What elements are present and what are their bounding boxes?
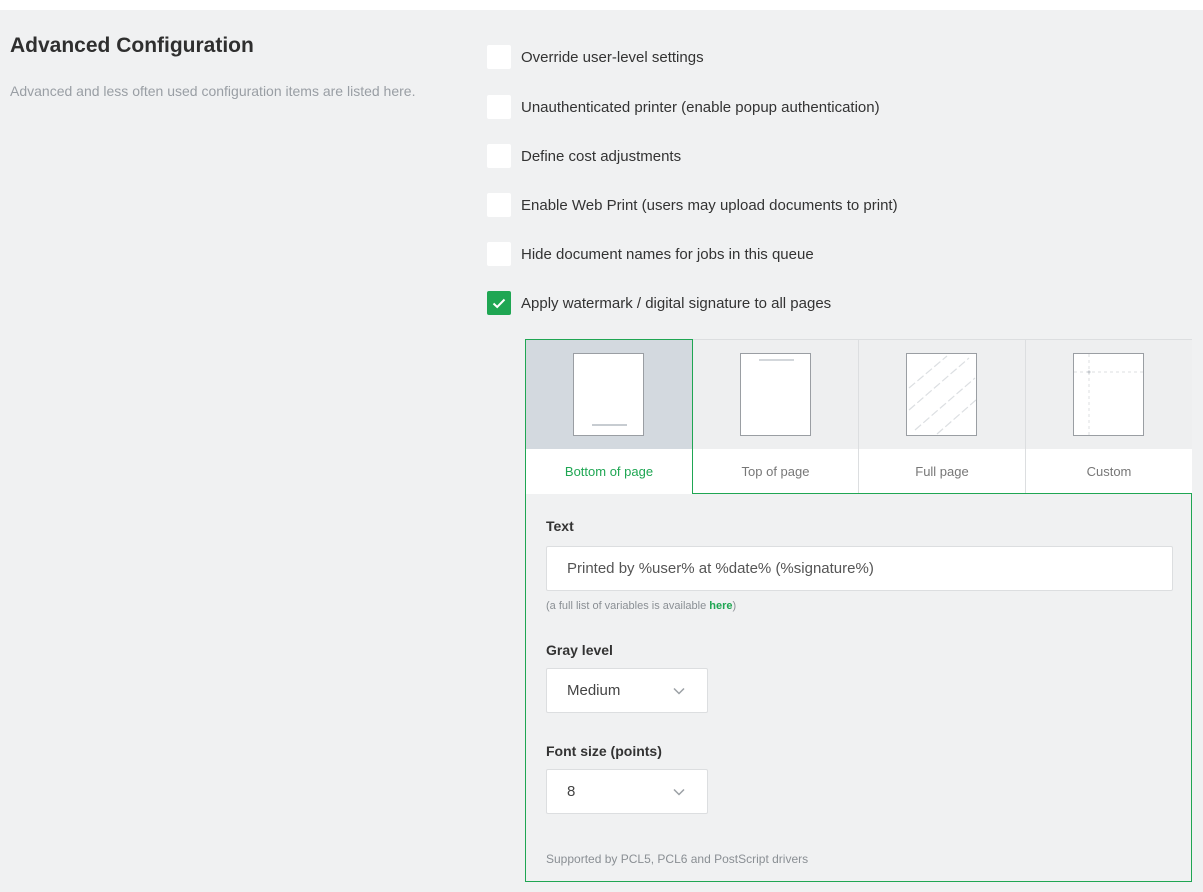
font-size-value: 8 xyxy=(567,783,576,800)
option-unauthenticated-printer[interactable]: Unauthenticated printer (enable popup au… xyxy=(487,95,880,119)
checkbox-checked[interactable] xyxy=(487,291,511,315)
option-label: Define cost adjustments xyxy=(521,147,682,165)
font-size-select[interactable]: 8 xyxy=(546,769,708,814)
watermark-position-tabs: Bottom of page Top of page Full page Cus… xyxy=(525,339,1192,494)
page-bottom-preview-icon xyxy=(573,353,644,436)
tab-label: Full page xyxy=(915,464,969,479)
text-field-label: Text xyxy=(546,518,574,534)
font-size-label: Font size (points) xyxy=(546,743,662,759)
tab-label: Bottom of page xyxy=(564,464,654,479)
chevron-down-icon xyxy=(673,687,685,695)
option-override-user-settings[interactable]: Override user-level settings xyxy=(487,45,704,69)
section-description: Advanced and less often used configurati… xyxy=(10,83,416,99)
tab-label: Top of page xyxy=(741,464,810,479)
gray-level-select[interactable]: Medium xyxy=(546,668,708,713)
checkbox[interactable] xyxy=(487,242,511,266)
option-label: Hide document names for jobs in this que… xyxy=(521,245,814,263)
checkbox[interactable] xyxy=(487,45,511,69)
option-hide-document-names[interactable]: Hide document names for jobs in this que… xyxy=(487,242,814,266)
option-label: Unauthenticated printer (enable popup au… xyxy=(521,98,880,116)
hint-suffix: ) xyxy=(732,600,737,612)
option-label: Override user-level settings xyxy=(521,48,704,66)
checkmark-icon xyxy=(492,298,506,308)
page-full-preview-icon xyxy=(906,353,977,436)
tab-label: Custom xyxy=(1086,464,1132,479)
tab-thumbnail-area xyxy=(859,340,1025,449)
tab-top-of-page[interactable]: Top of page xyxy=(693,339,859,494)
option-apply-watermark[interactable]: Apply watermark / digital signature to a… xyxy=(487,291,831,315)
watermark-options-body: Text (a full list of variables is availa… xyxy=(525,493,1192,882)
tab-divider-line xyxy=(692,493,1192,494)
chevron-down-icon xyxy=(673,788,685,796)
tab-thumbnail-area xyxy=(526,340,692,449)
page-top-preview-icon xyxy=(740,353,811,436)
watermark-settings-card: Bottom of page Top of page Full page Cus… xyxy=(525,339,1192,882)
hint-text: (a full list of variables is available xyxy=(546,600,710,612)
tab-thumbnail-area xyxy=(1026,340,1192,449)
section-title: Advanced Configuration xyxy=(10,34,254,57)
page-custom-preview-icon xyxy=(1073,353,1144,436)
checkbox[interactable] xyxy=(487,95,511,119)
option-web-print[interactable]: Enable Web Print (users may upload docum… xyxy=(487,193,898,217)
tab-thumbnail-area xyxy=(693,340,858,449)
option-label: Apply watermark / digital signature to a… xyxy=(521,294,832,312)
watermark-text-input[interactable] xyxy=(546,546,1173,591)
variables-hint: (a full list of variables is available h… xyxy=(546,600,736,612)
option-cost-adjustments[interactable]: Define cost adjustments xyxy=(487,144,681,168)
option-label: Enable Web Print (users may upload docum… xyxy=(521,196,898,214)
tab-bottom-of-page[interactable]: Bottom of page xyxy=(525,339,693,494)
checkbox[interactable] xyxy=(487,193,511,217)
driver-support-note: Supported by PCL5, PCL6 and PostScript d… xyxy=(546,852,809,866)
variables-link[interactable]: here xyxy=(709,600,732,612)
gray-level-label: Gray level xyxy=(546,642,613,658)
checkbox[interactable] xyxy=(487,144,511,168)
tab-custom[interactable]: Custom xyxy=(1026,339,1192,494)
gray-level-value: Medium xyxy=(567,682,621,699)
tab-full-page[interactable]: Full page xyxy=(859,339,1026,494)
